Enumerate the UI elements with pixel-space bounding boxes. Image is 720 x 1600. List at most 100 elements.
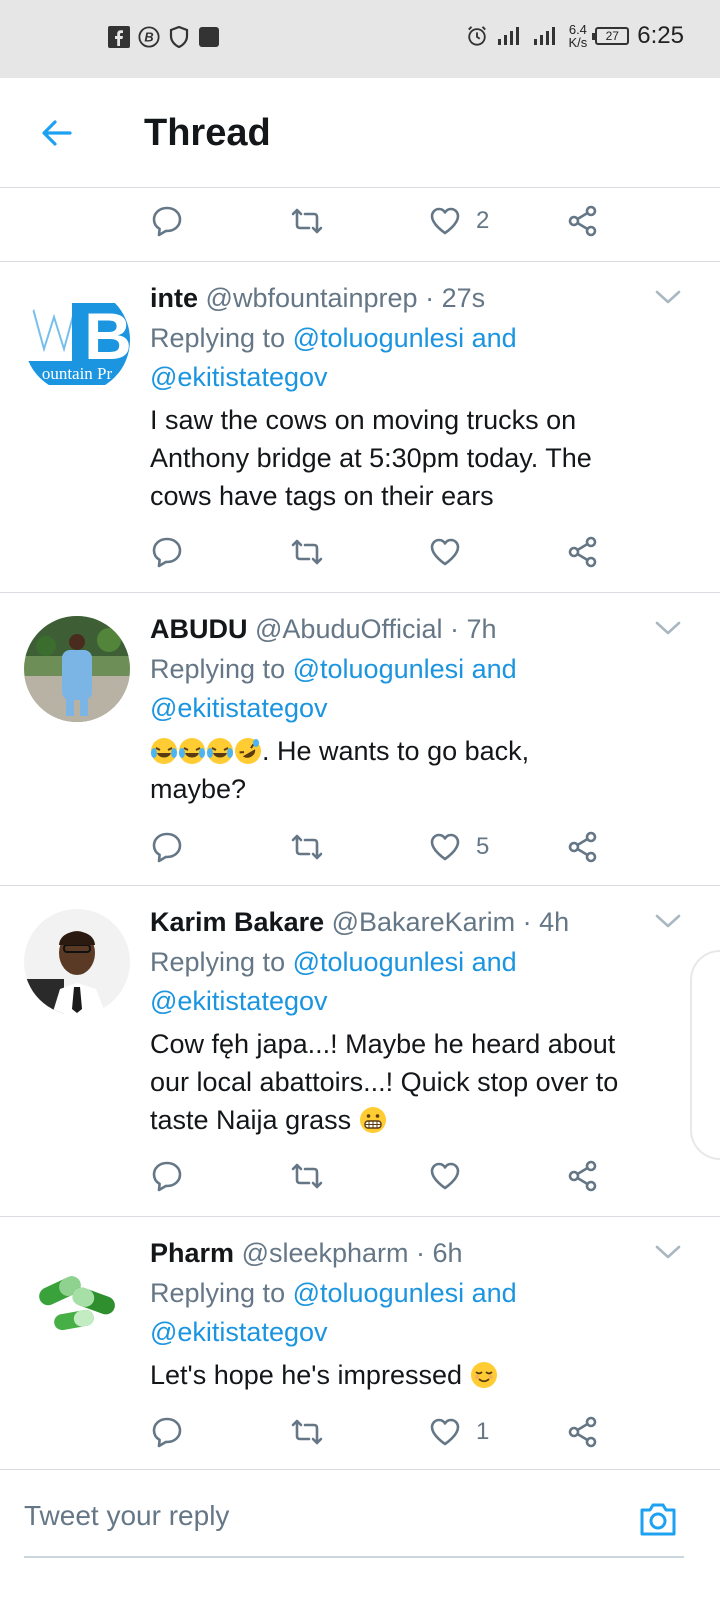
tweet[interactable]: B ountain Pr inte @wbfountainprep · 27s …: [0, 262, 720, 592]
tweet-actions: [150, 530, 620, 574]
mention-link[interactable]: @ekitistategov: [150, 986, 328, 1016]
reply-button[interactable]: [150, 1410, 184, 1454]
retweet-button[interactable]: [290, 1154, 324, 1198]
reply-button[interactable]: [150, 1154, 184, 1198]
tweet-text-content: taste Naija grass: [150, 1105, 352, 1135]
relieved-face-emoji-icon: [470, 1361, 498, 1389]
tweet-text-line: Cow fęh japa...! Maybe he heard about: [150, 1029, 616, 1059]
signal-icon: [496, 25, 524, 47]
tears-of-joy-emoji-icon: [178, 737, 206, 765]
chevron-down-icon[interactable]: [654, 283, 682, 311]
like-button[interactable]: 5: [428, 825, 489, 869]
heart-icon: [430, 538, 460, 566]
tweet-text: Cow fęh japa...! Maybe he heard about ou…: [150, 1025, 690, 1139]
handle-time: @BakareKarim · 4h: [331, 907, 570, 937]
alarm-icon: [466, 25, 488, 47]
replying-prefix: Replying to: [150, 947, 286, 977]
share-button[interactable]: [566, 530, 600, 574]
handle-time: @sleekpharm · 6h: [241, 1238, 463, 1268]
replying-to: Replying to @toluogunlesi and @ekitistat…: [150, 943, 517, 1021]
retweet-icon: [291, 1419, 323, 1445]
retweet-button[interactable]: [290, 825, 324, 869]
share-button[interactable]: [566, 1154, 600, 1198]
chevron-down-icon[interactable]: [654, 907, 682, 935]
camera-button[interactable]: [636, 1498, 680, 1542]
tweet-actions: 2: [150, 199, 620, 243]
avatar[interactable]: [24, 909, 130, 1015]
display-name[interactable]: Karim Bakare: [150, 907, 324, 937]
share-button[interactable]: [566, 1410, 600, 1454]
reply-button[interactable]: [150, 825, 184, 869]
share-button[interactable]: [566, 825, 600, 869]
retweet-button[interactable]: [290, 199, 324, 243]
reply-icon: [152, 1417, 182, 1448]
share-icon: [568, 1416, 597, 1448]
side-scroll-handle[interactable]: [690, 950, 720, 1160]
share-button[interactable]: [566, 199, 600, 243]
tweet-text-line: cows have tags on their ears: [150, 481, 494, 511]
retweet-icon: [291, 208, 323, 234]
tweet-text: . He wants to go back, maybe?: [150, 732, 690, 808]
reply-input[interactable]: Tweet your reply: [24, 1500, 229, 1532]
heart-icon: [430, 1162, 460, 1190]
handle-time: @AbuduOfficial · 7h: [255, 614, 497, 644]
display-name[interactable]: ABUDU: [150, 614, 248, 644]
retweet-button[interactable]: [290, 1410, 324, 1454]
share-icon: [568, 536, 597, 568]
reply-icon: [152, 206, 182, 237]
tweet[interactable]: Karim Bakare @BakareKarim · 4h Replying …: [0, 886, 720, 1216]
reply-button[interactable]: [150, 530, 184, 574]
replying-prefix: Replying to: [150, 1278, 286, 1308]
handle-time: @wbfountainprep · 27s: [205, 283, 486, 313]
chevron-down-icon[interactable]: [654, 614, 682, 642]
shield-icon: [168, 26, 190, 48]
mention-link[interactable]: @toluogunlesi and: [293, 654, 517, 684]
mention-link[interactable]: @ekitistategov: [150, 1317, 328, 1347]
mention-link[interactable]: @toluogunlesi and: [293, 323, 517, 353]
battery-indicator: 27: [592, 27, 630, 45]
mention-link[interactable]: @ekitistategov: [150, 693, 328, 723]
mention-link[interactable]: @toluogunlesi and: [293, 947, 517, 977]
share-icon: [568, 1160, 597, 1192]
display-name[interactable]: Pharm: [150, 1238, 234, 1268]
reply-button[interactable]: [150, 199, 184, 243]
like-button[interactable]: 2: [428, 199, 489, 243]
rolling-laughing-emoji-icon: [234, 737, 262, 765]
status-bar: B 6.4 K/s 27 6:25: [0, 0, 720, 78]
back-button[interactable]: [34, 111, 78, 155]
tweet-text-line: Let's hope he's impressed: [150, 1356, 690, 1394]
tweet-text: Let's hope he's impressed: [150, 1356, 690, 1394]
replying-to: Replying to @toluogunlesi and @ekitistat…: [150, 650, 517, 728]
mention-link[interactable]: @toluogunlesi and: [293, 1278, 517, 1308]
avatar[interactable]: B ountain Pr: [24, 287, 130, 393]
tweet-actions: 5: [150, 825, 620, 869]
tweet-text-content: Let's hope he's impressed: [150, 1360, 462, 1390]
b-circle-icon: B: [138, 26, 160, 48]
heart-icon: [430, 833, 460, 861]
clock: 6:25: [637, 22, 684, 49]
network-speed-unit: K/s: [568, 35, 588, 50]
mention-link[interactable]: @ekitistategov: [150, 362, 328, 392]
tears-of-joy-emoji-icon: [150, 737, 178, 765]
facebook-icon: [108, 26, 130, 48]
avatar[interactable]: [24, 616, 130, 722]
like-button[interactable]: [428, 530, 476, 574]
tweet-text-line: I saw the cows on moving trucks on: [150, 405, 577, 435]
display-name[interactable]: inte: [150, 283, 198, 313]
tweet-header: inte @wbfountainprep · 27s: [150, 279, 485, 317]
like-button[interactable]: 1: [428, 1410, 489, 1454]
like-button[interactable]: [428, 1154, 476, 1198]
svg-text:B: B: [144, 30, 153, 45]
chevron-down-icon[interactable]: [654, 1238, 682, 1266]
avatar[interactable]: [24, 1240, 130, 1346]
replying-prefix: Replying to: [150, 654, 286, 684]
signal-icon: [532, 25, 560, 47]
tweet-text-line: our local abattoirs...! Quick stop over …: [150, 1067, 619, 1097]
replying-to: Replying to @toluogunlesi and @ekitistat…: [150, 1274, 517, 1352]
app-header: Thread: [0, 78, 720, 188]
status-right-icons: 6.4 K/s 27 6:25: [466, 22, 684, 50]
tweet[interactable]: ABUDU @AbuduOfficial · 7h Replying to @t…: [0, 593, 720, 885]
tweet[interactable]: Pharm @sleekpharm · 6h Replying to @tolu…: [0, 1217, 720, 1469]
retweet-button[interactable]: [290, 530, 324, 574]
grinning-emoji-icon: [359, 1106, 387, 1134]
